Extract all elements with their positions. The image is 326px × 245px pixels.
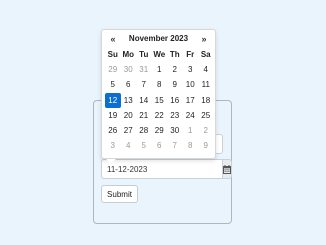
calendar-day[interactable]: 6 (121, 77, 137, 92)
prev-month-button[interactable]: « (102, 34, 124, 44)
calendar-day[interactable]: 24 (183, 108, 199, 123)
datepicker-popup: « November 2023 » Su Mo Tu We Th Fr Sa 29 30 31 1 2… (101, 29, 216, 164)
calendar-day[interactable]: 30 (121, 62, 137, 77)
calendar-day[interactable]: 4 (198, 62, 214, 77)
calendar-day[interactable]: 9 (198, 138, 214, 153)
calendar-button[interactable] (222, 159, 232, 179)
selected-day[interactable]: 12 (105, 92, 121, 108)
calendar-day[interactable]: 7 (167, 138, 183, 153)
calendar-day[interactable]: 6 (152, 138, 168, 153)
calendar-day[interactable]: 16 (167, 93, 183, 108)
weekday-header: Th (169, 50, 180, 59)
calendar-day[interactable]: 4 (121, 138, 137, 153)
calendar-day[interactable]: 22 (152, 108, 168, 123)
month-title[interactable]: November 2023 (124, 34, 193, 43)
datepicker-header: « November 2023 » (102, 30, 215, 47)
calendar-day[interactable]: 13 (121, 93, 137, 108)
calendar-day[interactable]: 2 (167, 62, 183, 77)
calendar-icon (223, 164, 231, 174)
calendar-day[interactable]: 14 (136, 93, 152, 108)
date-input-group (101, 159, 232, 179)
calendar-day[interactable]: 1 (183, 123, 199, 138)
calendar-day[interactable]: 11 (198, 77, 214, 92)
calendar-day[interactable]: 2 (198, 123, 214, 138)
calendar-day[interactable]: 29 (105, 62, 121, 77)
next-month-button[interactable]: » (193, 34, 215, 44)
weekday-header: We (153, 50, 166, 59)
calendar-day[interactable]: 15 (152, 93, 168, 108)
calendar-day[interactable]: 26 (105, 123, 121, 138)
calendar-day[interactable]: 7 (136, 77, 152, 92)
calendar-day[interactable]: 27 (121, 123, 137, 138)
calendar-day[interactable]: 5 (105, 77, 121, 92)
submit-button[interactable]: Submit (101, 185, 138, 203)
weekday-header: Fr (186, 50, 195, 59)
calendar-day[interactable]: 3 (105, 138, 121, 153)
calendar-day[interactable]: 25 (198, 108, 214, 123)
date-field[interactable] (101, 159, 222, 179)
calendar-day[interactable]: 1 (152, 62, 168, 77)
weekday-header: Tu (139, 50, 149, 59)
calendar-day[interactable]: 3 (183, 62, 199, 77)
calendar-day[interactable]: 28 (136, 123, 152, 138)
calendar-day[interactable]: 10 (183, 77, 199, 92)
calendar-day[interactable]: 30 (167, 123, 183, 138)
weekday-header: Sa (200, 50, 211, 59)
calendar-day[interactable]: 19 (105, 108, 121, 123)
calendar-day[interactable]: 23 (167, 108, 183, 123)
calendar-day[interactable]: 17 (183, 93, 199, 108)
calendar-day[interactable]: 31 (136, 62, 152, 77)
calendar-day[interactable]: 8 (152, 77, 168, 92)
calendar-day[interactable]: 9 (167, 77, 183, 92)
calendar-day[interactable]: 21 (136, 108, 152, 123)
calendar-day[interactable]: 8 (183, 138, 199, 153)
weekday-header: Su (107, 50, 118, 59)
calendar-day[interactable]: 20 (121, 108, 137, 123)
calendar-day[interactable]: 18 (198, 93, 214, 108)
popup-arrow (106, 159, 116, 164)
calendar-day[interactable]: 5 (136, 138, 152, 153)
calendar-day[interactable]: 29 (152, 123, 168, 138)
calendar-grid: Su Mo Tu We Th Fr Sa 29 30 31 1 2 3 4 5 6 7 8 9 10 11 12 13 14 1… (102, 47, 215, 154)
weekday-header: Mo (122, 50, 135, 59)
